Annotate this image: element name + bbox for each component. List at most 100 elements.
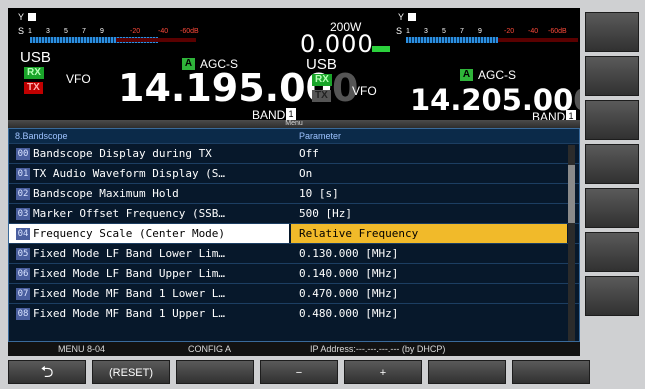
right-s-tick-1: 1 <box>406 28 410 35</box>
left-s-tick-3: 3 <box>46 28 50 35</box>
side-button-1[interactable] <box>585 12 639 52</box>
menu-row-name: Marker Offset Frequency (SSB… <box>33 207 226 220</box>
menu-row-name: Frequency Scale (Center Mode) <box>33 227 226 240</box>
menu-row-value: 0.470.000 [MHz] <box>299 287 399 300</box>
menu-row-name: Fixed Mode MF Band 1 Upper L… <box>33 307 226 320</box>
right-rx-indicator: RX <box>312 74 332 86</box>
left-s-tick-9: 9 <box>100 28 104 35</box>
softkey-3[interactable] <box>176 360 254 384</box>
menu-row-value: 10 [s] <box>299 187 339 200</box>
side-button-4[interactable] <box>585 144 639 184</box>
left-s-tick-5: 5 <box>64 28 68 35</box>
right-s-tick-60: -60dB <box>548 28 567 35</box>
left-s-tick-20: -20 <box>130 28 141 35</box>
reset-softkey[interactable]: (RESET) <box>92 360 170 384</box>
menu-row-index: 07 <box>16 288 30 300</box>
status-config: CONFIG A <box>188 344 232 354</box>
menu-row-index: 06 <box>16 268 30 280</box>
side-button-2[interactable] <box>585 56 639 96</box>
menu-row-index: 08 <box>16 308 30 320</box>
menu-row-03[interactable]: 03 Marker Offset Frequency (SSB… 500 [Hz] <box>9 203 579 223</box>
right-s-tick-3: 3 <box>424 28 428 35</box>
menu-row-name: Bandscope Maximum Hold <box>33 187 179 200</box>
left-rx-indicator: RX <box>24 67 44 79</box>
menu-row-name: Bandscope Display during TX <box>33 147 212 160</box>
side-button-6[interactable] <box>585 232 639 272</box>
right-s-meter-scale: S 1 3 5 7 9 -20 -40 -60dB <box>396 26 567 36</box>
menu-list: 8.Bandscope Parameter 00 Bandscope Displa… <box>8 128 580 342</box>
left-frequency-main: 14.195.00 <box>118 66 332 110</box>
menu-row-value: On <box>299 167 313 180</box>
radio-front-panel: Y S 1 3 5 7 9 -20 -40 -60dB USB RX TX VF… <box>0 0 645 389</box>
menu-row-name: Fixed Mode LF Band Upper Lim… <box>33 267 226 280</box>
right-s-tick-40: -40 <box>528 28 539 35</box>
side-button-5[interactable] <box>585 188 639 228</box>
left-vfo-label: VFO <box>66 72 91 86</box>
menu-row-name: TX Audio Waveform Display (S… <box>33 167 226 180</box>
menu-row-index: 03 <box>16 208 30 220</box>
menu-row-value: 500 [Hz] <box>299 207 352 220</box>
menu-row-value: 0.140.000 [MHz] <box>299 267 399 280</box>
menu-scrollbar[interactable] <box>568 145 575 341</box>
softkey-6[interactable] <box>428 360 506 384</box>
right-meter-red-zone <box>498 38 578 42</box>
right-s-tick-7: 7 <box>460 28 464 35</box>
menu-row-value: Relative Frequency <box>291 224 567 243</box>
menu-header: 8.Bandscope Parameter <box>9 129 579 143</box>
antenna-number-box-right <box>408 13 416 21</box>
left-s-tick-1: 1 <box>28 28 32 35</box>
left-tx-indicator: TX <box>24 82 43 94</box>
right-antenna-a-badge: A <box>460 69 473 81</box>
antenna-icon-right: Y <box>398 12 405 22</box>
side-button-3[interactable] <box>585 100 639 140</box>
center-status-bar <box>372 46 390 52</box>
left-s-tick-7: 7 <box>82 28 86 35</box>
menu-row-value: 0.480.000 [MHz] <box>299 307 399 320</box>
left-mode-label: USB <box>20 49 51 66</box>
menu-row-06[interactable]: 06 Fixed Mode LF Band Upper Lim… 0.140.00… <box>9 263 579 283</box>
right-s-tick-9: 9 <box>478 28 482 35</box>
menu-row-index: 04 <box>16 228 30 240</box>
back-softkey[interactable]: ⮌ <box>8 360 86 384</box>
menu-row-name: Fixed Mode LF Band Lower Lim… <box>33 247 226 260</box>
left-band-number: 1 <box>286 108 296 120</box>
plus-softkey[interactable]: + <box>344 360 422 384</box>
menu-row-05[interactable]: 05 Fixed Mode LF Band Lower Lim… 0.130.00… <box>9 243 579 263</box>
status-bar: MENU 8-04 CONFIG A IP Address:---.---.--… <box>8 342 580 356</box>
right-vfo-label: VFO <box>352 84 377 98</box>
menu-row-value: 0.130.000 [MHz] <box>299 247 399 260</box>
menu-title: Menu <box>8 120 580 128</box>
menu-row-index: 05 <box>16 248 30 260</box>
left-s-tick-60: -60dB <box>180 28 199 35</box>
menu-scrollbar-thumb[interactable] <box>568 165 575 223</box>
menu-row-04-selected[interactable]: 04 Frequency Scale (Center Mode) Relative… <box>9 223 579 243</box>
minus-softkey[interactable]: − <box>260 360 338 384</box>
menu-row-index: 01 <box>16 168 30 180</box>
soft-key-row: ⮌ (RESET) − + <box>8 360 638 384</box>
return-arrow-icon: ⮌ <box>40 364 54 381</box>
menu-row-name: Fixed Mode MF Band 1 Lower L… <box>33 287 226 300</box>
side-button-7[interactable] <box>585 276 639 316</box>
menu-group-title: 8.Bandscope <box>15 131 68 141</box>
menu-row-07[interactable]: 07 Fixed Mode MF Band 1 Lower L… 0.470.00… <box>9 283 579 303</box>
right-s-tick-20: -20 <box>504 28 515 35</box>
menu-row-index: 02 <box>16 188 30 200</box>
right-s-tick-5: 5 <box>442 28 446 35</box>
softkey-7[interactable] <box>512 360 590 384</box>
menu-row-00[interactable]: 00 Bandscope Display during TX Off <box>9 143 579 163</box>
menu-row-index: 00 <box>16 148 30 160</box>
right-agc-label: AGC-S <box>478 68 517 82</box>
status-menu-number: MENU 8-04 <box>58 344 106 354</box>
parameter-header: Parameter <box>299 131 342 141</box>
antenna-number-box <box>28 13 36 21</box>
menu-row-08[interactable]: 08 Fixed Mode MF Band 1 Upper L… 0.480.00… <box>9 303 579 323</box>
menu-row-02[interactable]: 02 Bandscope Maximum Hold 10 [s] <box>9 183 579 203</box>
right-tx-indicator: TX <box>312 90 331 102</box>
left-meter-red-zone <box>116 38 196 42</box>
center-readout: 0.000 <box>300 30 374 58</box>
antenna-icon: Y <box>18 12 25 22</box>
right-mode-label: USB <box>306 56 337 73</box>
left-s-meter-scale: S 1 3 5 7 9 -20 -40 -60dB <box>18 26 199 36</box>
left-s-tick-40: -40 <box>158 28 169 35</box>
menu-row-01[interactable]: 01 TX Audio Waveform Display (S… On <box>9 163 579 183</box>
